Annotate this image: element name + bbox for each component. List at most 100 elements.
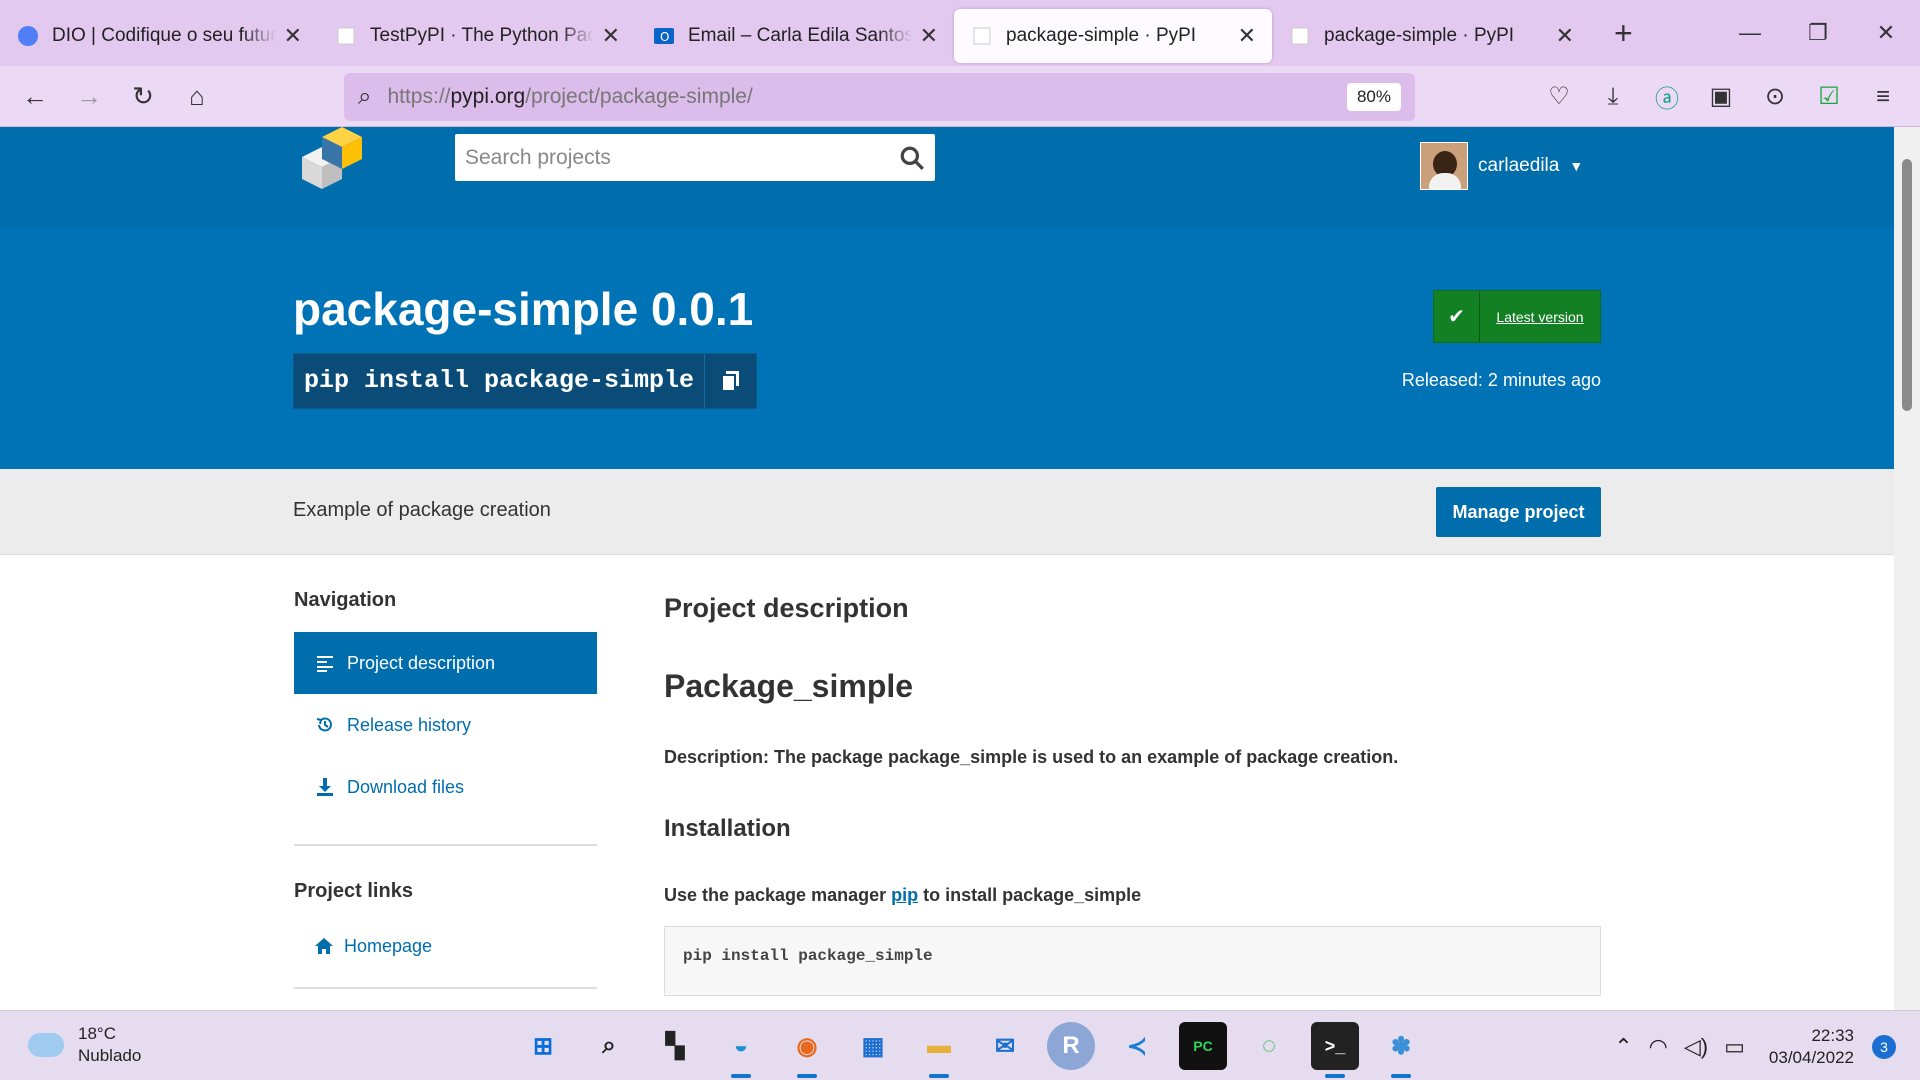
align-left-icon bbox=[317, 656, 333, 672]
caret-down-icon: ▼ bbox=[1569, 158, 1584, 174]
mail-icon[interactable]: ✉ bbox=[981, 1022, 1029, 1070]
new-tab-icon[interactable]: + bbox=[1614, 15, 1633, 52]
toolbar-extensions: ♡ ⤓ ⓐ ▣ ⊙ ☑ ≡ bbox=[1532, 66, 1910, 127]
search-input[interactable] bbox=[465, 145, 899, 170]
search-icon[interactable]: ⌕ bbox=[585, 1022, 633, 1070]
address-bar[interactable]: ⌕ https://pypi.org/project/package-simpl… bbox=[344, 73, 1415, 121]
extension-check-icon[interactable]: ☑ bbox=[1802, 82, 1856, 111]
chevron-up-icon[interactable]: ⌃ bbox=[1614, 1034, 1632, 1060]
download-icon bbox=[317, 778, 333, 796]
scrollbar-thumb[interactable] bbox=[1902, 159, 1912, 411]
back-icon[interactable]: ← bbox=[8, 81, 62, 112]
pypi-icon bbox=[973, 27, 991, 45]
search-box bbox=[455, 134, 935, 181]
task-view-icon[interactable]: ▚ bbox=[651, 1022, 699, 1070]
weather-widget[interactable]: 18°C Nublado bbox=[28, 1023, 141, 1067]
latest-version-badge[interactable]: ✔ Latest version bbox=[1433, 290, 1601, 343]
anaconda-icon[interactable]: ◌ bbox=[1245, 1022, 1293, 1070]
package-title: package-simple 0.0.1 bbox=[293, 283, 754, 335]
homepage-link[interactable]: Homepage bbox=[294, 923, 597, 969]
link-label: Homepage bbox=[344, 935, 433, 956]
weather-condition: Nublado bbox=[78, 1046, 142, 1065]
browser-tab[interactable]: package-simple · PyPI ✕ bbox=[1272, 9, 1590, 63]
section-heading: Project description bbox=[664, 593, 909, 623]
package-summary-bar: Example of package creation Manage proje… bbox=[0, 469, 1894, 555]
edge-icon[interactable]: ◒ bbox=[717, 1022, 765, 1078]
python-icon[interactable]: ✽ bbox=[1377, 1022, 1425, 1078]
store-icon[interactable]: ▦ bbox=[849, 1022, 897, 1070]
installation-heading: Installation bbox=[664, 815, 791, 842]
browser-tab[interactable]: O Email – Carla Edila Santos da ✕ bbox=[636, 9, 954, 63]
home-icon[interactable]: ⌂ bbox=[170, 81, 224, 112]
extension-a-icon[interactable]: ⓐ bbox=[1640, 79, 1694, 114]
minimize-icon[interactable]: — bbox=[1716, 20, 1784, 46]
svg-text:O: O bbox=[660, 30, 669, 44]
divider bbox=[294, 987, 597, 989]
username: carlaedila bbox=[1478, 155, 1560, 176]
package-hero: package-simple 0.0.1 pip install package… bbox=[0, 228, 1894, 469]
close-tab-icon[interactable]: ✕ bbox=[920, 23, 938, 49]
pycharm-icon[interactable]: PC bbox=[1179, 1022, 1227, 1070]
volume-icon[interactable]: ◁) bbox=[1684, 1034, 1708, 1060]
nav-release-history[interactable]: Release history bbox=[294, 694, 597, 756]
close-window-icon[interactable]: ✕ bbox=[1852, 20, 1920, 46]
readme-description: Description: The package package_simple … bbox=[664, 747, 1399, 767]
browser-tab-strip: DIO | Codifique o seu futuro g ✕ TestPyP… bbox=[0, 0, 1920, 66]
pip-link[interactable]: pip bbox=[891, 885, 918, 905]
url-text[interactable]: https://pypi.org/project/package-simple/ bbox=[387, 85, 1347, 109]
terminal-icon[interactable]: >_ bbox=[1311, 1022, 1359, 1078]
browser-tab[interactable]: TestPyPI · The Python Package ✕ bbox=[318, 9, 636, 63]
windows-taskbar: 18°C Nublado ⊞ ⌕ ▚ ◒ ◉ ▦ ▬ ✉ R ≺ PC ◌ >_… bbox=[0, 1010, 1920, 1080]
history-icon bbox=[316, 717, 332, 732]
battery-icon[interactable]: ▭ bbox=[1724, 1034, 1745, 1060]
pypi-icon bbox=[1291, 27, 1309, 45]
sidebar: Navigation Project description Release h… bbox=[294, 555, 597, 989]
firefox-icon[interactable]: ◉ bbox=[783, 1022, 831, 1078]
tab-title: package-simple · PyPI bbox=[1324, 25, 1515, 46]
menu-icon[interactable]: ≡ bbox=[1856, 83, 1910, 111]
project-links-heading: Project links bbox=[294, 880, 413, 902]
browser-tab[interactable]: DIO | Codifique o seu futuro g ✕ bbox=[0, 9, 318, 63]
web-page: carlaedila ▼ package-simple 0.0.1 pip in… bbox=[0, 127, 1894, 1010]
pypi-icon bbox=[337, 27, 355, 45]
start-icon[interactable]: ⊞ bbox=[519, 1022, 567, 1070]
latest-version-link[interactable]: Latest version bbox=[1480, 309, 1600, 325]
nav-download-files[interactable]: Download files bbox=[294, 756, 597, 818]
navigation-heading: Navigation bbox=[294, 589, 397, 611]
notification-badge[interactable]: 3 bbox=[1872, 1035, 1896, 1059]
wifi-icon[interactable]: ◠ bbox=[1649, 1034, 1668, 1060]
search-icon[interactable] bbox=[899, 145, 925, 171]
forward-icon[interactable]: → bbox=[62, 81, 116, 112]
pypi-logo-icon[interactable] bbox=[292, 127, 372, 191]
file-explorer-icon[interactable]: ▬ bbox=[915, 1022, 963, 1078]
pocket-icon[interactable]: ♡ bbox=[1532, 82, 1586, 111]
tab-title: TestPyPI · The Python Package bbox=[370, 25, 594, 46]
r-icon[interactable]: R bbox=[1047, 1022, 1095, 1070]
dio-icon bbox=[18, 26, 38, 46]
browser-tab-active[interactable]: package-simple · PyPI ✕ bbox=[954, 9, 1272, 63]
page-scrollbar[interactable] bbox=[1894, 127, 1920, 1010]
close-tab-icon[interactable]: ✕ bbox=[284, 23, 302, 49]
manage-project-button[interactable]: Manage project bbox=[1436, 487, 1601, 537]
vscode-icon[interactable]: ≺ bbox=[1113, 1022, 1161, 1070]
close-tab-icon[interactable]: ✕ bbox=[1556, 23, 1574, 49]
release-date: Released: 2 minutes ago bbox=[1401, 370, 1601, 390]
close-tab-icon[interactable]: ✕ bbox=[1238, 23, 1256, 49]
zoom-level[interactable]: 80% bbox=[1346, 83, 1401, 111]
tab-title: DIO | Codifique o seu futuro g bbox=[52, 25, 276, 46]
system-tray: ⌃ ◠ ◁) ▭ 22:33 03/04/2022 3 bbox=[1606, 1025, 1896, 1069]
cloud-icon bbox=[28, 1033, 64, 1057]
close-tab-icon[interactable]: ✕ bbox=[602, 23, 620, 49]
copy-button[interactable] bbox=[704, 354, 756, 408]
tab-title: package-simple · PyPI bbox=[1006, 25, 1197, 46]
search-icon: ⌕ bbox=[358, 83, 372, 110]
nav-project-description[interactable]: Project description bbox=[294, 632, 597, 694]
check-icon: ✔ bbox=[1434, 291, 1480, 342]
restore-icon[interactable]: ❐ bbox=[1784, 20, 1852, 46]
clock[interactable]: 22:33 03/04/2022 bbox=[1769, 1025, 1854, 1069]
extension-wallet-icon[interactable]: ▣ bbox=[1694, 82, 1748, 111]
extension-search-icon[interactable]: ⊙ bbox=[1748, 82, 1802, 111]
downloads-icon[interactable]: ⤓ bbox=[1586, 83, 1640, 111]
user-menu[interactable]: carlaedila ▼ bbox=[1420, 142, 1583, 190]
reload-icon[interactable]: ↻ bbox=[116, 81, 170, 112]
